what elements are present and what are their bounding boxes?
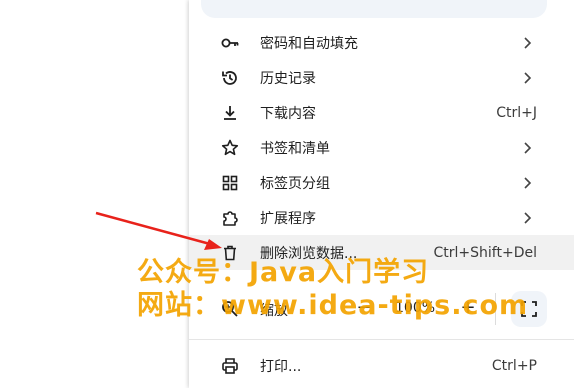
printer-icon — [220, 356, 240, 376]
shortcut-label: Ctrl+J — [496, 104, 537, 121]
menu-item-passwords[interactable]: 密码和自动填充 — [189, 25, 574, 60]
menu-item-label: 下载内容 — [260, 105, 316, 122]
menu-item-label: 标签页分组 — [260, 175, 330, 192]
puzzle-icon — [220, 208, 240, 228]
menu-item-tab-groups[interactable]: 标签页分组 — [189, 165, 574, 200]
chevron-right-icon — [523, 211, 533, 225]
shortcut-label: Ctrl+P — [491, 357, 537, 374]
grid-icon — [220, 173, 240, 193]
watermark-line-2: 网站：www.idea-tips.com — [137, 290, 529, 321]
menu-divider — [189, 339, 574, 340]
history-icon — [220, 68, 240, 88]
star-icon — [220, 138, 240, 158]
menu-item-bookmarks[interactable]: 书签和清单 — [189, 130, 574, 165]
menu-item-label: 密码和自动填充 — [260, 35, 358, 52]
chevron-right-icon — [523, 176, 533, 190]
menu-item-label: 书签和清单 — [260, 140, 330, 157]
menu-item-extensions[interactable]: 扩展程序 — [189, 200, 574, 235]
menu-profile-card[interactable] — [201, 0, 547, 18]
chevron-right-icon — [523, 141, 533, 155]
menu-item-label: 打印... — [260, 358, 302, 375]
menu-item-downloads[interactable]: 下载内容 Ctrl+J — [189, 95, 574, 130]
menu-item-label: 扩展程序 — [260, 210, 316, 227]
key-icon — [220, 33, 240, 53]
chevron-right-icon — [523, 71, 533, 85]
menu-item-label: 历史记录 — [260, 70, 316, 87]
menu-item-print[interactable]: 打印... Ctrl+P — [189, 348, 574, 383]
download-icon — [220, 103, 240, 123]
menu-item-history[interactable]: 历史记录 — [189, 60, 574, 95]
shortcut-label: Ctrl+Shift+Del — [433, 244, 537, 261]
chevron-right-icon — [523, 36, 533, 50]
